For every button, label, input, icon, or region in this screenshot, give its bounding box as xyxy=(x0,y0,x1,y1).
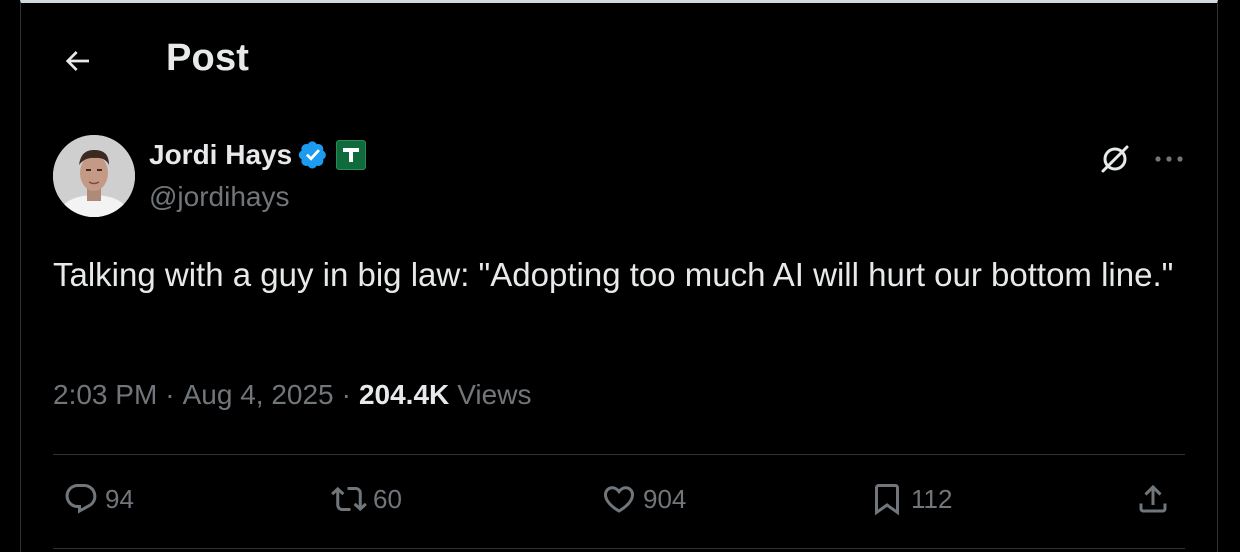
bookmark-icon xyxy=(875,484,899,516)
back-arrow-icon xyxy=(65,51,89,71)
post-time[interactable]: 2:03 PM xyxy=(53,379,157,411)
post-panel: Post Jordi Hays @jordihays Talking with … xyxy=(20,0,1218,552)
post-date[interactable]: Aug 4, 2025 xyxy=(183,379,334,411)
author-name[interactable]: Jordi Hays xyxy=(149,139,292,171)
author-row: Jordi Hays xyxy=(149,139,367,171)
verified-badge-icon[interactable] xyxy=(298,140,328,170)
like-button[interactable]: 904 xyxy=(601,481,686,517)
bookmark-count: 112 xyxy=(911,483,953,514)
tweet-text: Talking with a guy in big law: "Adopting… xyxy=(53,256,1174,293)
divider xyxy=(53,548,1185,549)
back-button[interactable] xyxy=(55,39,99,83)
reply-icon xyxy=(65,484,97,514)
meta-separator: · xyxy=(341,379,351,410)
grok-icon xyxy=(1101,145,1129,173)
share-icon xyxy=(1139,484,1167,513)
like-icon xyxy=(603,486,635,513)
reply-button[interactable]: 94 xyxy=(63,481,134,517)
repost-count: 60 xyxy=(373,483,402,514)
repost-icon xyxy=(331,486,367,512)
views-count[interactable]: 204.4K xyxy=(359,379,449,411)
bookmark-button[interactable]: 112 xyxy=(869,481,952,517)
avatar[interactable] xyxy=(53,135,135,217)
repost-button[interactable]: 60 xyxy=(331,481,402,517)
affiliate-badge[interactable] xyxy=(336,140,367,170)
author-handle[interactable]: @jordihays xyxy=(149,181,289,213)
reply-count: 94 xyxy=(105,483,134,514)
divider xyxy=(53,454,1185,455)
page-title: Post xyxy=(166,37,250,79)
header: Post xyxy=(21,3,1217,113)
more-icon xyxy=(1155,156,1183,162)
affiliate-badge-icon xyxy=(343,148,360,162)
share-button[interactable] xyxy=(1135,481,1171,517)
avatar-image xyxy=(53,135,135,217)
meta-separator: · xyxy=(165,379,175,410)
like-count: 904 xyxy=(643,483,687,514)
tweet-meta: 2:03 PM · Aug 4, 2025 · 204.4K Views xyxy=(53,379,531,411)
views-label: Views xyxy=(457,379,532,410)
more-button[interactable] xyxy=(1147,139,1191,179)
action-bar: 94 60 904 112 xyxy=(21,473,1217,533)
grok-button[interactable] xyxy=(1095,139,1135,179)
